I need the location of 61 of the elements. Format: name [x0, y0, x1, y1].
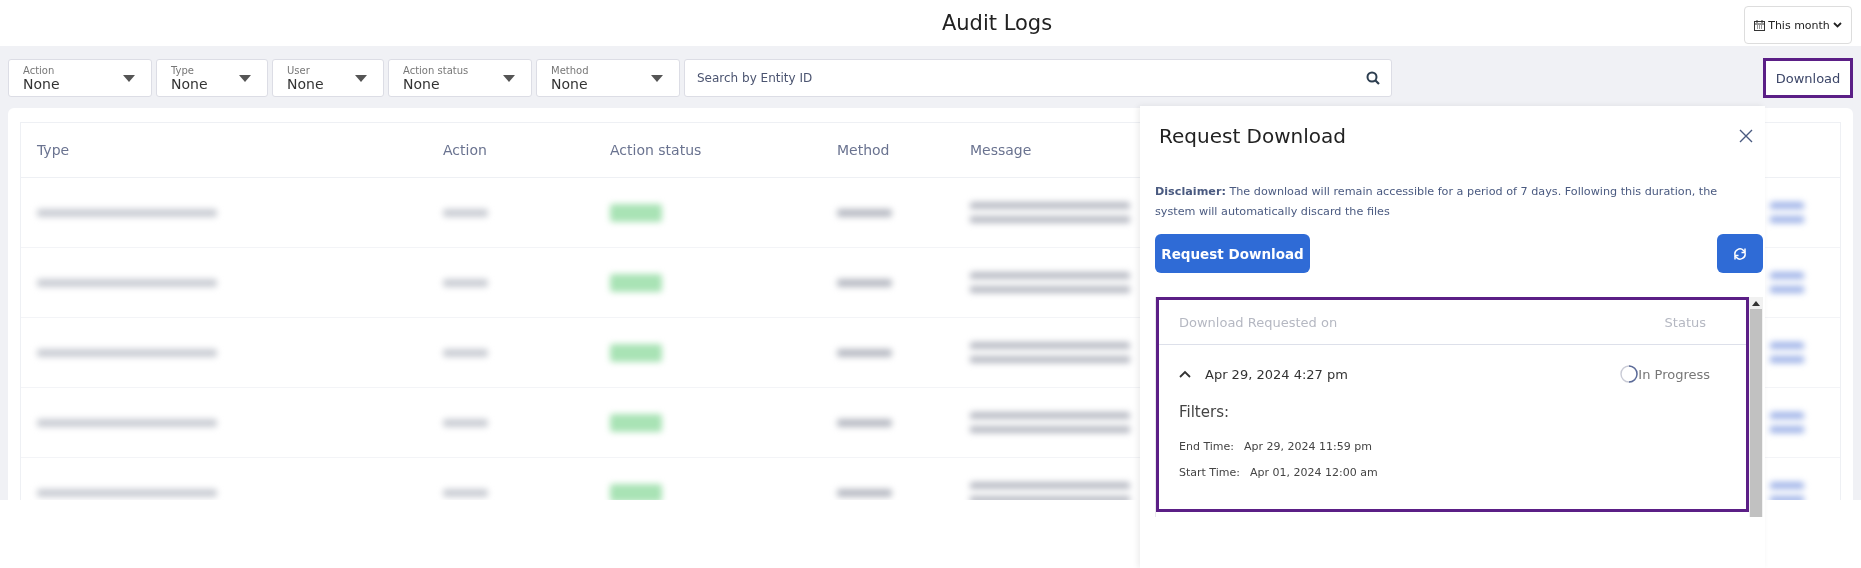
blurred-text: [443, 278, 488, 287]
calendar-icon: [1754, 19, 1766, 31]
column-header: Type: [36, 142, 71, 158]
dropdown-arrow-icon: [239, 74, 251, 82]
column-header: Action: [443, 142, 488, 158]
page-title: Audit Logs: [940, 11, 1054, 35]
blurred-text: [443, 208, 488, 217]
filter-dropdown[interactable]: User None: [272, 59, 384, 97]
blurred-link[interactable]: [1770, 481, 1804, 500]
blurred-link[interactable]: [1770, 201, 1804, 224]
scrollbar[interactable]: [1749, 297, 1763, 517]
loading-spinner-icon: [1620, 365, 1639, 383]
blurred-badge: [610, 343, 662, 362]
blurred-badge: [610, 413, 662, 432]
dropdown-arrow-icon: [355, 74, 367, 82]
filter-label: End Time:: [1179, 439, 1235, 453]
blurred-text: [837, 348, 892, 357]
download-button[interactable]: Download: [1763, 58, 1853, 98]
blurred-text: [443, 418, 488, 427]
dropdown-arrow-icon: [503, 74, 515, 82]
collapse-chevron-icon[interactable]: [1179, 370, 1191, 378]
status-text: In Progress: [1638, 366, 1710, 382]
column-header: Action status: [610, 142, 703, 158]
blurred-link[interactable]: [1770, 411, 1804, 434]
filter-value: Apr 01, 2024 12:00 am: [1250, 465, 1378, 479]
blurred-badge: [610, 273, 662, 292]
blurred-text: [443, 488, 488, 497]
chevron-down-icon: [1832, 22, 1842, 28]
refresh-icon: [1732, 245, 1748, 262]
request-download-button[interactable]: Request Download: [1155, 234, 1310, 273]
filter-dropdown[interactable]: Type None: [156, 59, 268, 97]
disclaimer-text: Disclaimer: The download will remain accessible for a period of 7 days. Following this duration, the system will automatically discard the files: [1155, 184, 1719, 220]
dropdown-arrow-icon: [123, 74, 135, 82]
blurred-text: [837, 208, 892, 217]
request-date: Apr 29, 2024 4:27 pm: [1205, 366, 1349, 382]
search-icon: [1366, 71, 1380, 85]
blurred-text: [837, 278, 892, 287]
dropdown-arrow-icon: [651, 74, 663, 82]
panel-title: Request Download: [1159, 124, 1346, 148]
column-header: Download Requested on: [1179, 314, 1338, 330]
column-header: Method: [837, 142, 891, 158]
blurred-link[interactable]: [1770, 341, 1804, 364]
filter-dropdown[interactable]: Action status None: [388, 59, 532, 97]
blurred-badge: [610, 203, 662, 222]
blurred-link[interactable]: [1770, 271, 1804, 294]
blurred-text: [837, 488, 892, 497]
column-header: Message: [970, 142, 1033, 158]
filters-heading: Filters:: [1179, 403, 1231, 421]
close-icon[interactable]: [1739, 129, 1753, 143]
filter-label: Start Time:: [1179, 465, 1240, 479]
filter-dropdown[interactable]: Method None: [536, 59, 680, 97]
scroll-up-arrow-icon[interactable]: [1752, 301, 1760, 306]
blurred-text: [443, 348, 488, 357]
search-field[interactable]: Search by Entity ID: [684, 59, 1392, 97]
filter-dropdown[interactable]: Action None: [8, 59, 152, 97]
column-header: Status: [1664, 314, 1706, 330]
blurred-text: [837, 418, 892, 427]
refresh-button[interactable]: [1717, 234, 1763, 273]
date-range-dropdown[interactable]: This month: [1744, 6, 1852, 44]
blurred-badge: [610, 483, 662, 500]
filter-value: Apr 29, 2024 11:59 pm: [1244, 439, 1372, 453]
